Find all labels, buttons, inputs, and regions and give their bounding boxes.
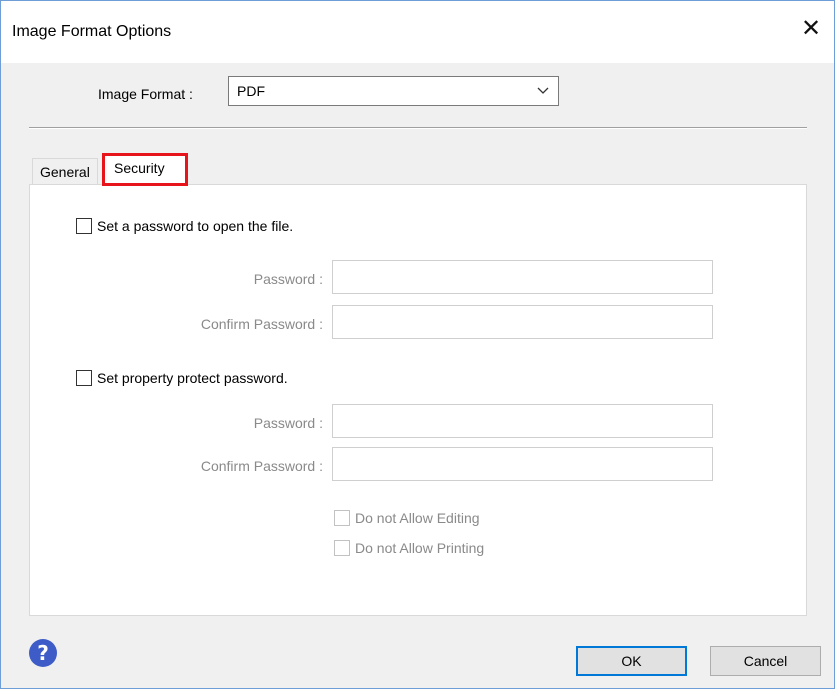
title-bar: Image Format Options ✕ [1,1,834,63]
tab-security[interactable]: Security [102,153,188,186]
no-edit-checkbox[interactable] [334,510,350,526]
image-format-value: PDF [237,83,265,99]
image-format-label: Image Format : [98,86,193,102]
chevron-down-icon [537,87,549,94]
image-format-options-dialog: Image Format Options ✕ Image Format : PD… [0,0,835,689]
separator-highlight [29,128,807,129]
no-edit-label: Do not Allow Editing [355,510,480,526]
no-print-checkbox[interactable] [334,540,350,556]
protect-password-label: Password : [253,415,323,431]
protect-password-input[interactable] [332,404,713,438]
set-open-password-label: Set a password to open the file. [97,218,294,234]
no-print-label: Do not Allow Printing [355,540,485,556]
security-panel: Set a password to open the file. Passwor… [29,184,807,616]
set-protect-password-checkbox[interactable] [76,370,92,386]
protect-confirm-password-label: Confirm Password : [200,458,323,474]
help-icon[interactable]: ? [29,639,57,667]
set-open-password-checkbox[interactable] [76,218,92,234]
open-password-label: Password : [253,271,323,287]
image-format-select[interactable]: PDF [228,76,559,106]
set-protect-password-label: Set property protect password. [97,370,288,386]
ok-button[interactable]: OK [576,646,687,676]
protect-confirm-password-input[interactable] [332,447,713,481]
open-confirm-password-label: Confirm Password : [200,316,323,332]
window-title: Image Format Options [12,23,172,40]
open-password-input[interactable] [332,260,713,294]
close-icon[interactable]: ✕ [800,16,822,41]
open-confirm-password-input[interactable] [332,305,713,339]
cancel-button[interactable]: Cancel [710,646,821,676]
tab-general[interactable]: General [32,158,98,184]
